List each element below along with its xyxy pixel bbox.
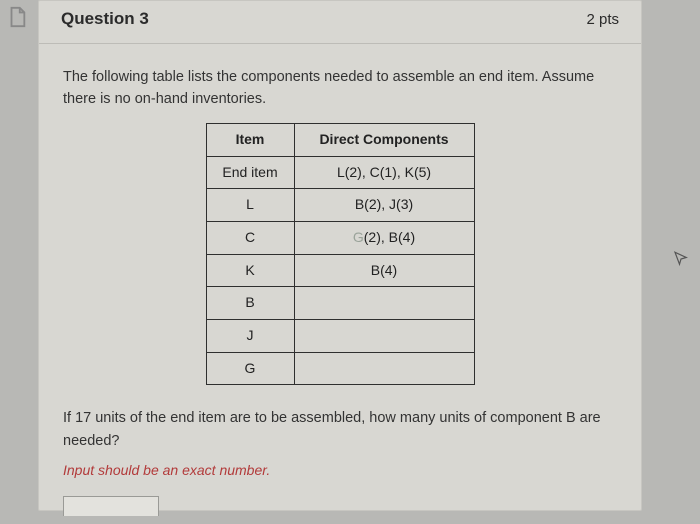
cell-item: B (206, 287, 294, 320)
cell-item: G (206, 352, 294, 385)
question-number: Question 3 (61, 9, 149, 29)
table-row: K B(4) (206, 254, 474, 287)
cell-item: End item (206, 156, 294, 189)
cell-comp (294, 287, 474, 320)
cell-comp (294, 320, 474, 353)
table-row: B (206, 287, 474, 320)
cursor-icon (672, 250, 690, 268)
input-hint: Input should be an exact number. (63, 460, 617, 482)
table-row: End item L(2), C(1), K(5) (206, 156, 474, 189)
card-header: Question 3 2 pts (39, 1, 641, 44)
table-row: L B(2), J(3) (206, 189, 474, 222)
cell-item: J (206, 320, 294, 353)
components-table: Item Direct Components End item L(2), C(… (206, 123, 475, 386)
cell-item: C (206, 222, 294, 255)
page-outline-icon (6, 6, 28, 28)
card-body: The following table lists the components… (39, 44, 641, 524)
question-card: Question 3 2 pts The following table lis… (38, 0, 642, 511)
cell-comp: L(2), C(1), K(5) (294, 156, 474, 189)
table-header-row: Item Direct Components (206, 123, 474, 156)
cell-item: K (206, 254, 294, 287)
question-points: 2 pts (586, 11, 619, 28)
table-row: J (206, 320, 474, 353)
cell-item: L (206, 189, 294, 222)
question-intro: The following table lists the components… (63, 66, 617, 111)
question-text: If 17 units of the end item are to be as… (63, 407, 617, 452)
cell-comp: B(4) (294, 254, 474, 287)
table-row: G (206, 352, 474, 385)
answer-input[interactable] (63, 496, 159, 516)
header-comp: Direct Components (294, 123, 474, 156)
cell-comp (294, 352, 474, 385)
header-item: Item (206, 123, 294, 156)
components-table-wrap: Item Direct Components End item L(2), C(… (63, 123, 617, 386)
cell-comp: G(2), B(4) (294, 222, 474, 255)
cell-comp: B(2), J(3) (294, 189, 474, 222)
table-row: C G(2), B(4) (206, 222, 474, 255)
